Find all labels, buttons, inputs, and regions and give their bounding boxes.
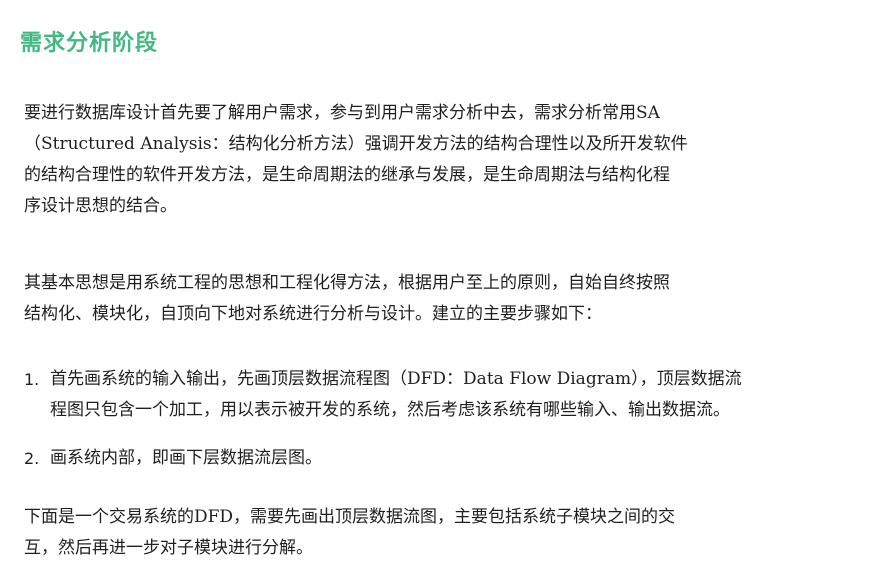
list-item-step-1: 1. 首先画系统的输入输出，先画顶层数据流程图（DFD：Data Flow Di… <box>24 364 844 426</box>
steps-list: 1. 首先画系统的输入输出，先画顶层数据流程图（DFD：Data Flow Di… <box>24 364 844 426</box>
list-item-line: 程图只包含一个加工，用以表示被开发的系统，然后考虑该系统有哪些输入、输出数据流。 <box>50 400 730 420</box>
basic-idea-paragraph: 其基本思想是用系统工程的思想和工程化得方法，根据用户至上的原则，自始自终按照 结… <box>24 268 824 330</box>
paragraph-line: 下面是一个交易系统的DFD，需要先画出顶层数据流图，主要包括系统子模块之间的交 <box>24 507 676 527</box>
dfd-paragraph: 下面是一个交易系统的DFD，需要先画出顶层数据流图，主要包括系统子模块之间的交 … <box>24 502 824 564</box>
paragraph-line: 的结构合理性的软件开发方法，是生命周期法的继承与发展，是生命周期法与结构化程 <box>24 165 670 185</box>
intro-paragraph: 要进行数据库设计首先要了解用户需求，参与到用户需求分析中去，需求分析常用SA （… <box>24 98 824 222</box>
paragraph-line: （Structured Analysis：结构化分析方法）强调开发方法的结构合理… <box>24 134 688 154</box>
list-item-step-2: 2. 画系统内部，即画下层数据流层图。 <box>24 443 844 474</box>
steps-list-continued: 2. 画系统内部，即画下层数据流层图。 <box>24 443 844 474</box>
paragraph-line: 要进行数据库设计首先要了解用户需求，参与到用户需求分析中去，需求分析常用SA <box>24 103 660 123</box>
list-item-line: 画系统内部，即画下层数据流层图。 <box>50 448 322 468</box>
paragraph-line: 结构化、模块化，自顶向下地对系统进行分析与设计。建立的主要步骤如下： <box>24 304 602 324</box>
list-item-line: 首先画系统的输入输出，先画顶层数据流程图（DFD：Data Flow Diagr… <box>50 369 742 389</box>
paragraph-line: 互，然后再进一步对子模块进行分解。 <box>24 538 313 558</box>
list-number: 2. <box>24 449 40 468</box>
list-number: 1. <box>24 370 40 389</box>
paragraph-line: 其基本思想是用系统工程的思想和工程化得方法，根据用户至上的原则，自始自终按照 <box>24 273 670 293</box>
paragraph-line: 序设计思想的结合。 <box>24 196 177 216</box>
document-body: 需求分析阶段 要进行数据库设计首先要了解用户需求，参与到用户需求分析中去，需求分… <box>0 0 888 587</box>
section-heading: 需求分析阶段 <box>20 30 159 56</box>
